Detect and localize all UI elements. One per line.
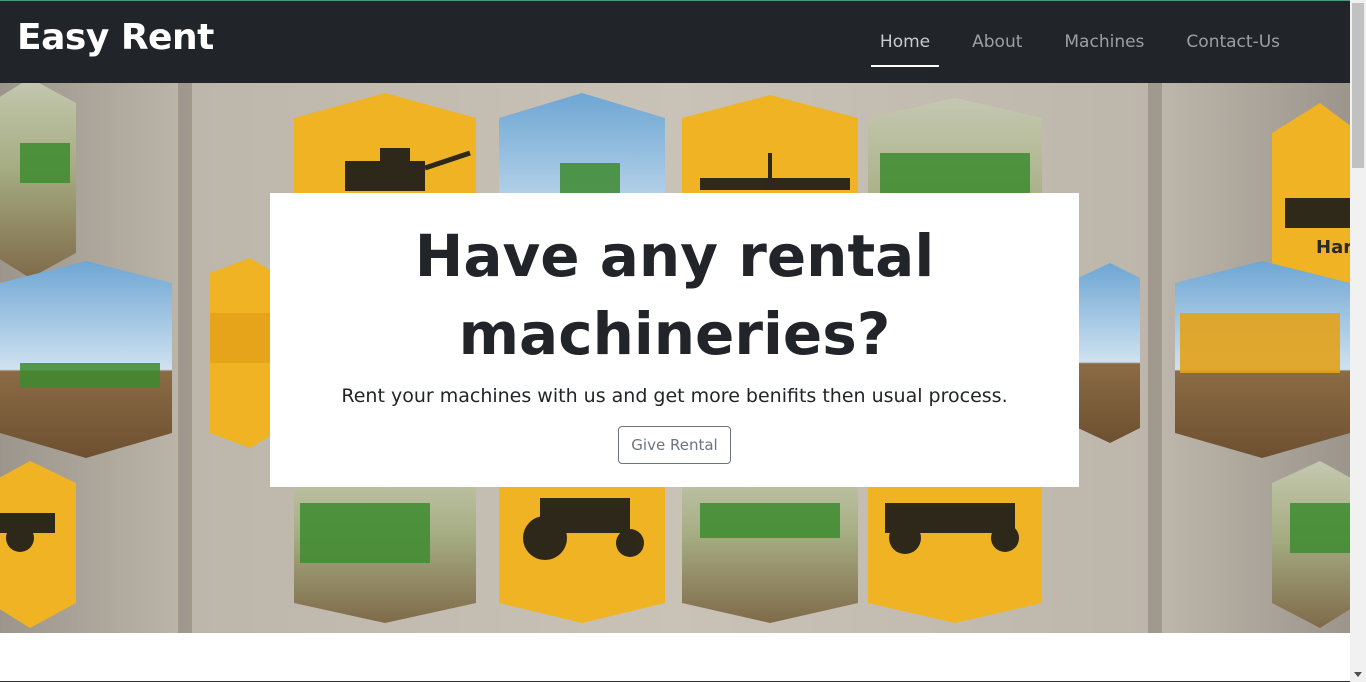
- nav-link-machines[interactable]: Machines: [1043, 1, 1165, 83]
- nav-link-home[interactable]: Home: [859, 1, 951, 83]
- scrollbar-thumb[interactable]: [1352, 3, 1364, 168]
- hex-tile: [682, 463, 858, 623]
- nav-link-contact-us[interactable]: Contact-Us: [1165, 1, 1301, 83]
- brand-logo[interactable]: Easy Rent: [17, 17, 214, 58]
- hero-heading-line1: Have any rental: [414, 222, 935, 290]
- tile-text: Har: [1316, 237, 1350, 258]
- give-rental-button[interactable]: Give Rental: [618, 426, 731, 464]
- hex-tile: [1078, 263, 1140, 443]
- hero-card: Have any rental machineries? Rent your m…: [270, 193, 1079, 487]
- navbar: Easy Rent Home About Machines Contact-Us: [0, 1, 1350, 83]
- hero-heading: Have any rental machineries?: [270, 217, 1079, 373]
- nav-links: Home About Machines Contact-Us: [859, 1, 1301, 83]
- hero-heading-line2: machineries?: [458, 300, 891, 368]
- nav-link-about[interactable]: About: [951, 1, 1043, 83]
- hero-subtitle: Rent your machines with us and get more …: [341, 385, 1008, 407]
- hex-tile: [0, 261, 172, 458]
- scroll-down-arrow-icon[interactable]: [1354, 672, 1362, 677]
- vertical-scrollbar[interactable]: [1350, 0, 1366, 682]
